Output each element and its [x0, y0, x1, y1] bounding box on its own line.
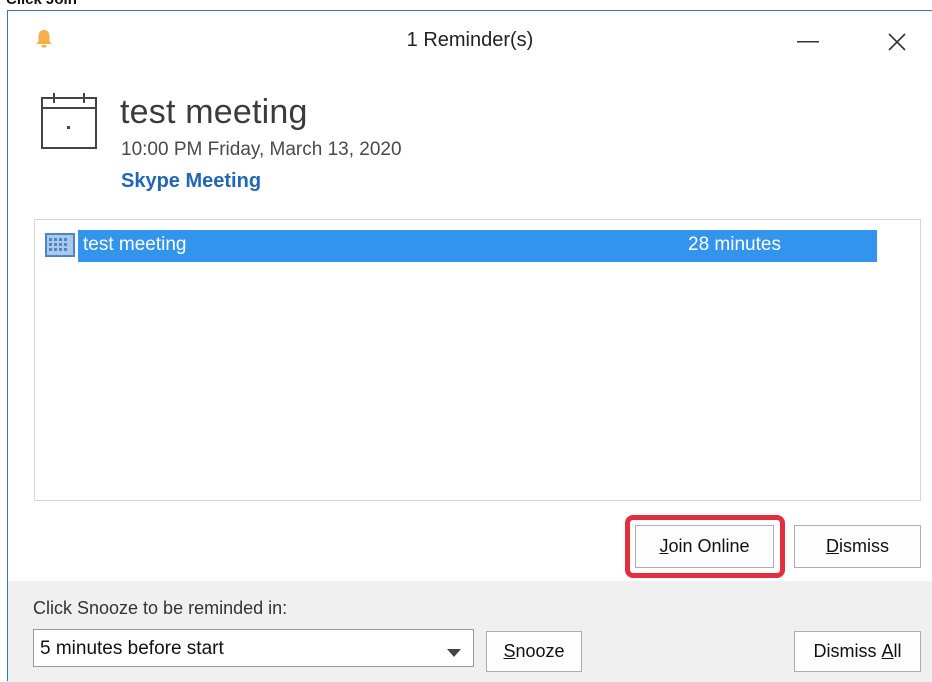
row-due-in: 28 minutes: [688, 234, 781, 255]
appointment-icon: [45, 233, 75, 262]
reminder-list[interactable]: test meeting 28 minutes: [34, 219, 921, 501]
join-online-label: oin Online: [668, 536, 750, 556]
close-button[interactable]: [877, 27, 917, 57]
snooze-time-select[interactable]: 5 minutes before start: [33, 629, 474, 667]
row-subject: test meeting: [83, 234, 187, 255]
dismiss-button[interactable]: Dismiss: [794, 525, 921, 568]
snooze-button[interactable]: Snooze: [486, 631, 582, 672]
minimize-button[interactable]: [788, 27, 828, 57]
meeting-location: Skype Meeting: [121, 170, 262, 192]
reminder-window: 1 Reminder(s) test meeting 10:00 PM Frid…: [7, 10, 932, 682]
snooze-button-label: nooze: [515, 641, 565, 661]
dismiss-access-key: D: [826, 536, 839, 556]
dropdown-arrow-icon: [447, 644, 461, 662]
snooze-access-key: S: [503, 641, 516, 661]
snooze-selected-value: 5 minutes before start: [40, 638, 224, 659]
close-icon: [888, 33, 906, 51]
minimize-icon: [797, 41, 819, 43]
dismiss-label: ismiss: [839, 536, 889, 556]
reminder-datetime: 10:00 PM Friday, March 13, 2020: [121, 139, 402, 160]
join-online-access-key: J: [659, 536, 669, 556]
caption-strip: Click Join: [0, 0, 932, 10]
dismiss-all-button[interactable]: Dismiss All: [794, 631, 921, 672]
caption-text: Click Join: [6, 0, 77, 8]
join-online-button[interactable]: Join Online: [635, 525, 774, 568]
reminder-subject: test meeting: [120, 93, 308, 131]
title-bar: 1 Reminder(s): [8, 11, 932, 69]
snooze-panel: Click Snooze to be reminded in: 5 minute…: [8, 581, 932, 682]
dismiss-all-access-key: A: [881, 641, 894, 661]
calendar-icon: [39, 91, 99, 156]
list-item[interactable]: test meeting 28 minutes: [45, 230, 877, 262]
dismiss-all-prefix: Dismiss: [813, 641, 882, 661]
snooze-label: Click Snooze to be reminded in:: [33, 598, 288, 618]
dismiss-all-label: ll: [893, 641, 902, 661]
